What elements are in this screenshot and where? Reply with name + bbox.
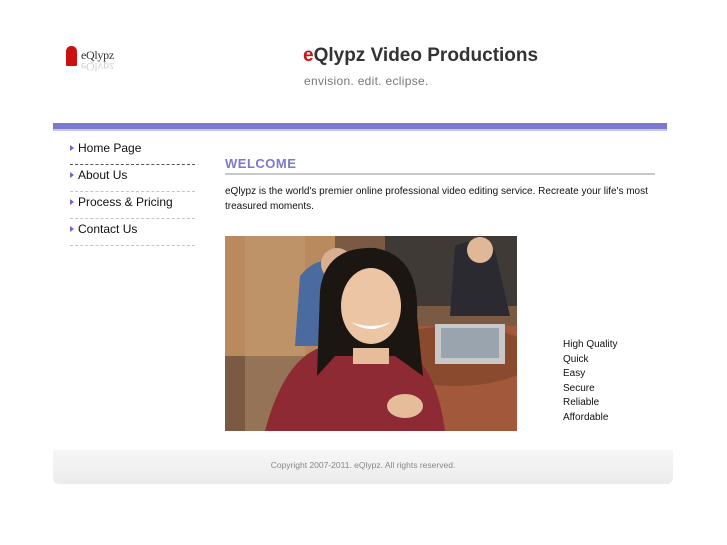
arrow-right-icon bbox=[70, 172, 74, 178]
arrow-right-icon bbox=[70, 145, 74, 151]
site-title-accent: e bbox=[303, 45, 314, 66]
logo[interactable]: eQlypz eQlypz bbox=[66, 44, 126, 74]
nav-item-about-us[interactable]: About Us bbox=[70, 165, 195, 192]
welcome-divider bbox=[225, 173, 655, 175]
feature-item: Affordable bbox=[563, 411, 609, 423]
logo-reflection: eQlypz bbox=[81, 60, 114, 74]
hero-photo-illustration bbox=[225, 236, 517, 431]
feature-item: Secure bbox=[563, 382, 595, 394]
site-title: eQlypz Video Productions bbox=[303, 45, 538, 67]
arrow-right-icon bbox=[70, 226, 74, 232]
copyright-text: Copyright 2007-2011. eQlypz. All rights … bbox=[270, 460, 456, 470]
header-divider bbox=[53, 123, 667, 131]
nav-item-label[interactable]: Home Page bbox=[78, 141, 141, 155]
site-title-text: Qlypz Video Productions bbox=[313, 45, 539, 66]
feature-item: Quick bbox=[563, 353, 589, 365]
welcome-heading: WELCOME bbox=[225, 156, 297, 171]
sidebar-nav: Home Page About Us Process & Pricing Con… bbox=[70, 138, 195, 246]
nav-item-process-pricing[interactable]: Process & Pricing bbox=[70, 192, 195, 219]
nav-item-label[interactable]: Contact Us bbox=[78, 222, 137, 236]
nav-item-label[interactable]: Process & Pricing bbox=[78, 195, 173, 209]
intro-text: eQlypz is the world's premier online pro… bbox=[225, 186, 648, 212]
feature-item: Easy bbox=[563, 368, 586, 380]
feature-item: High Quality bbox=[563, 339, 618, 350]
feature-list: High Quality Quick Easy Secure Reliable … bbox=[563, 338, 617, 426]
hero-photo bbox=[225, 236, 517, 431]
nav-item-home-page[interactable]: Home Page bbox=[70, 138, 195, 165]
nav-item-label[interactable]: About Us bbox=[78, 168, 127, 182]
feature-item: Reliable bbox=[563, 397, 600, 409]
footer: Copyright 2007-2011. eQlypz. All rights … bbox=[53, 450, 673, 484]
nav-item-contact-us[interactable]: Contact Us bbox=[70, 219, 195, 246]
logo-film-icon bbox=[66, 46, 77, 66]
arrow-right-icon bbox=[70, 199, 74, 205]
tagline: envision. edit. eclipse. bbox=[304, 74, 429, 88]
